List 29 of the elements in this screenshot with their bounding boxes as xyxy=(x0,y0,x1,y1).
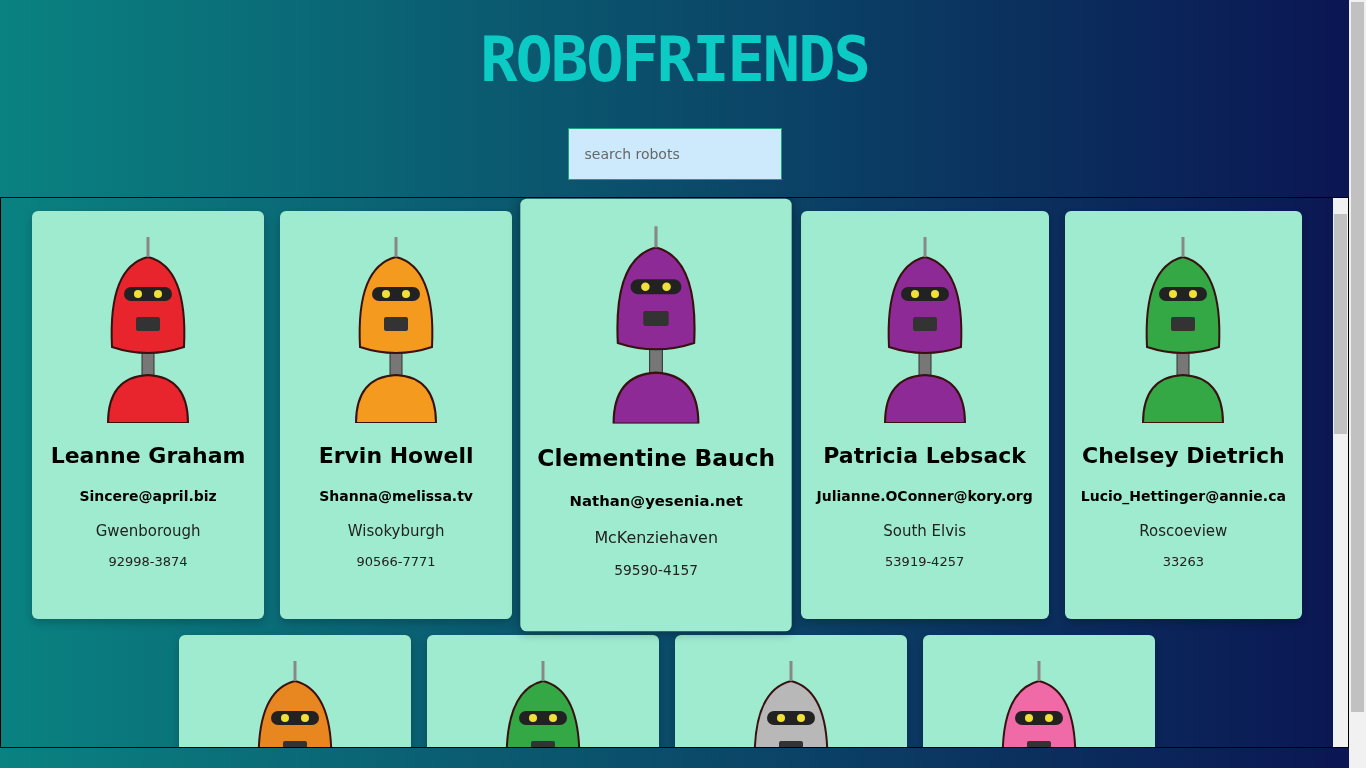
robot-name: Patricia Lebsack xyxy=(823,443,1026,469)
robot-card[interactable]: Ervin Howell Shanna@melissa.tv Wisokyburgh 90566-7771 xyxy=(280,211,513,620)
robot-zipcode: 53919-4257 xyxy=(885,554,965,570)
robot-email: Lucio_Hettinger@annie.ca xyxy=(1080,488,1286,505)
robot-card[interactable]: Patricia Lebsack Julianne.OConner@kory.org South Elvis 53919-4257 xyxy=(800,211,1049,620)
search-field[interactable]: search robots xyxy=(567,128,782,180)
scrollbar[interactable] xyxy=(1333,198,1348,748)
robot-name: Ervin Howell xyxy=(318,443,474,469)
robot-city: McKenziehaven xyxy=(594,528,719,548)
robot-email: Nathan@yesenia.net xyxy=(569,492,743,510)
app-title: ROBOFRIENDS xyxy=(480,30,869,90)
robot-card[interactable]: Chelsey Dietrich Lucio_Hettinger@annie.ca Roscoeview 33263 xyxy=(1064,211,1302,620)
robot-email: Shanna@melissa.tv xyxy=(319,488,473,505)
robot-email: Sincere@april.biz xyxy=(79,488,217,505)
robot-city: Wisokyburgh xyxy=(347,522,445,541)
robot-name: Clementine Bauch xyxy=(537,445,776,472)
robot-city: South Elvis xyxy=(883,522,967,541)
robot-city: Roscoeview xyxy=(1139,522,1228,541)
robot-card[interactable]: Leanne Graham Sincere@april.biz Gwenborough 92998-3874 xyxy=(32,211,265,620)
robot-city: Gwenborough xyxy=(95,522,201,541)
robot-email: Julianne.OConner@kory.org xyxy=(816,488,1033,505)
robot-zipcode: 92998-3874 xyxy=(108,554,188,570)
robot-name: Chelsey Dietrich xyxy=(1082,443,1285,469)
page-scrollbar[interactable] xyxy=(1349,0,1366,768)
robot-zipcode: 90566-7771 xyxy=(356,554,436,570)
robot-zipcode: 59590-4157 xyxy=(614,562,699,579)
robot-zipcode: 33263 xyxy=(1162,554,1204,570)
robot-name: Leanne Graham xyxy=(50,443,246,469)
robot-card[interactable]: Clementine Bauch Nathan@yesenia.net McKenziehaven 59590-4157 xyxy=(520,199,793,632)
